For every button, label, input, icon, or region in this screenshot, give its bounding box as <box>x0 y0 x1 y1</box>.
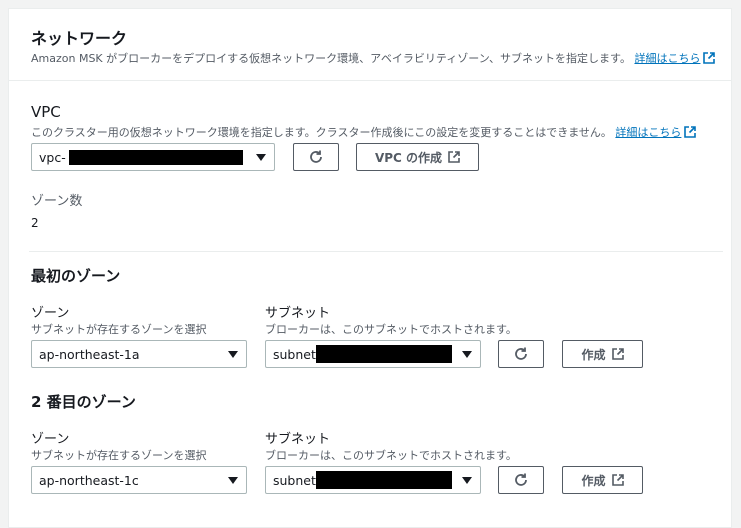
redacted-block <box>69 150 243 165</box>
refresh-icon <box>310 150 322 163</box>
zone-2-refresh-button[interactable] <box>498 466 544 494</box>
zone-count-value: 2 <box>31 216 39 230</box>
chevron-down-icon <box>228 477 238 484</box>
external-link-icon <box>448 151 460 163</box>
network-panel: ネットワーク Amazon MSK がブローカーをデプロイする仮想ネットワーク環… <box>8 8 732 528</box>
zone-1-zone-label: ゾーン <box>31 306 70 321</box>
vpc-label: VPC <box>31 103 61 121</box>
zone-2-subnet-label: サブネット <box>265 432 331 447</box>
external-link-icon <box>703 52 716 64</box>
vpc-select-value: vpc- <box>39 150 66 165</box>
vpc-select[interactable]: vpc- <box>31 143 275 171</box>
zone-1-subnet-desc: ブローカーは、このサブネットでホストされます。 <box>265 323 517 336</box>
zone-1-subnet-select[interactable]: subnet- <box>265 340 481 368</box>
zone-2-create-button[interactable]: 作成 <box>562 466 643 494</box>
panel-header: ネットワーク Amazon MSK がブローカーをデプロイする仮想ネットワーク環… <box>9 9 731 81</box>
zone-2-subnet-select[interactable]: subnet- <box>265 466 481 494</box>
zone-1-refresh-button[interactable] <box>498 340 544 368</box>
zone-2-zone-select[interactable]: ap-northeast-1c <box>31 466 247 494</box>
zone-1-zone-value: ap-northeast-1a <box>39 347 140 362</box>
chevron-down-icon <box>462 351 472 358</box>
zone-1-subnet-value: subnet- <box>273 347 321 362</box>
zone-count-label: ゾーン数 <box>31 194 83 209</box>
redacted-block <box>316 345 452 363</box>
external-link-icon <box>684 126 697 138</box>
zone-1-title: 最初のゾーン <box>31 267 121 285</box>
vpc-learn-more-link[interactable]: 詳細はこちら <box>615 126 697 139</box>
zone-2-zone-value: ap-northeast-1c <box>39 473 139 488</box>
refresh-icon <box>515 347 527 360</box>
zone-1-subnet-label: サブネット <box>265 306 331 321</box>
zone-1-zone-select[interactable]: ap-northeast-1a <box>31 340 247 368</box>
zone-2-subnet-value: subnet- <box>273 473 321 488</box>
zone-1-create-button[interactable]: 作成 <box>562 340 643 368</box>
redacted-block <box>316 471 452 489</box>
zone-2-zone-desc: サブネットが存在するゾーンを選択 <box>31 449 207 462</box>
external-link-icon <box>611 474 624 486</box>
section-divider <box>29 251 723 252</box>
external-link-icon <box>611 348 624 360</box>
vpc-refresh-button[interactable] <box>293 143 339 171</box>
zone-2-title: 2 番目のゾーン <box>31 393 136 411</box>
network-learn-more-link[interactable]: 詳細はこちら <box>634 52 716 65</box>
zone-2-subnet-desc: ブローカーは、このサブネットでホストされます。 <box>265 449 517 462</box>
network-description: Amazon MSK がブローカーをデプロイする仮想ネットワーク環境、アベイラビ… <box>31 50 716 66</box>
zone-1-zone-desc: サブネットが存在するゾーンを選択 <box>31 323 207 336</box>
chevron-down-icon <box>228 351 238 358</box>
network-title: ネットワーク <box>31 29 128 48</box>
chevron-down-icon <box>256 154 266 161</box>
zone-2-zone-label: ゾーン <box>31 432 70 447</box>
chevron-down-icon <box>462 477 472 484</box>
vpc-create-button[interactable]: VPC の作成 <box>356 143 479 171</box>
refresh-icon <box>515 473 527 486</box>
vpc-description: このクラスター用の仮想ネットワーク環境を指定します。クラスター作成後にこの設定を… <box>31 124 697 140</box>
